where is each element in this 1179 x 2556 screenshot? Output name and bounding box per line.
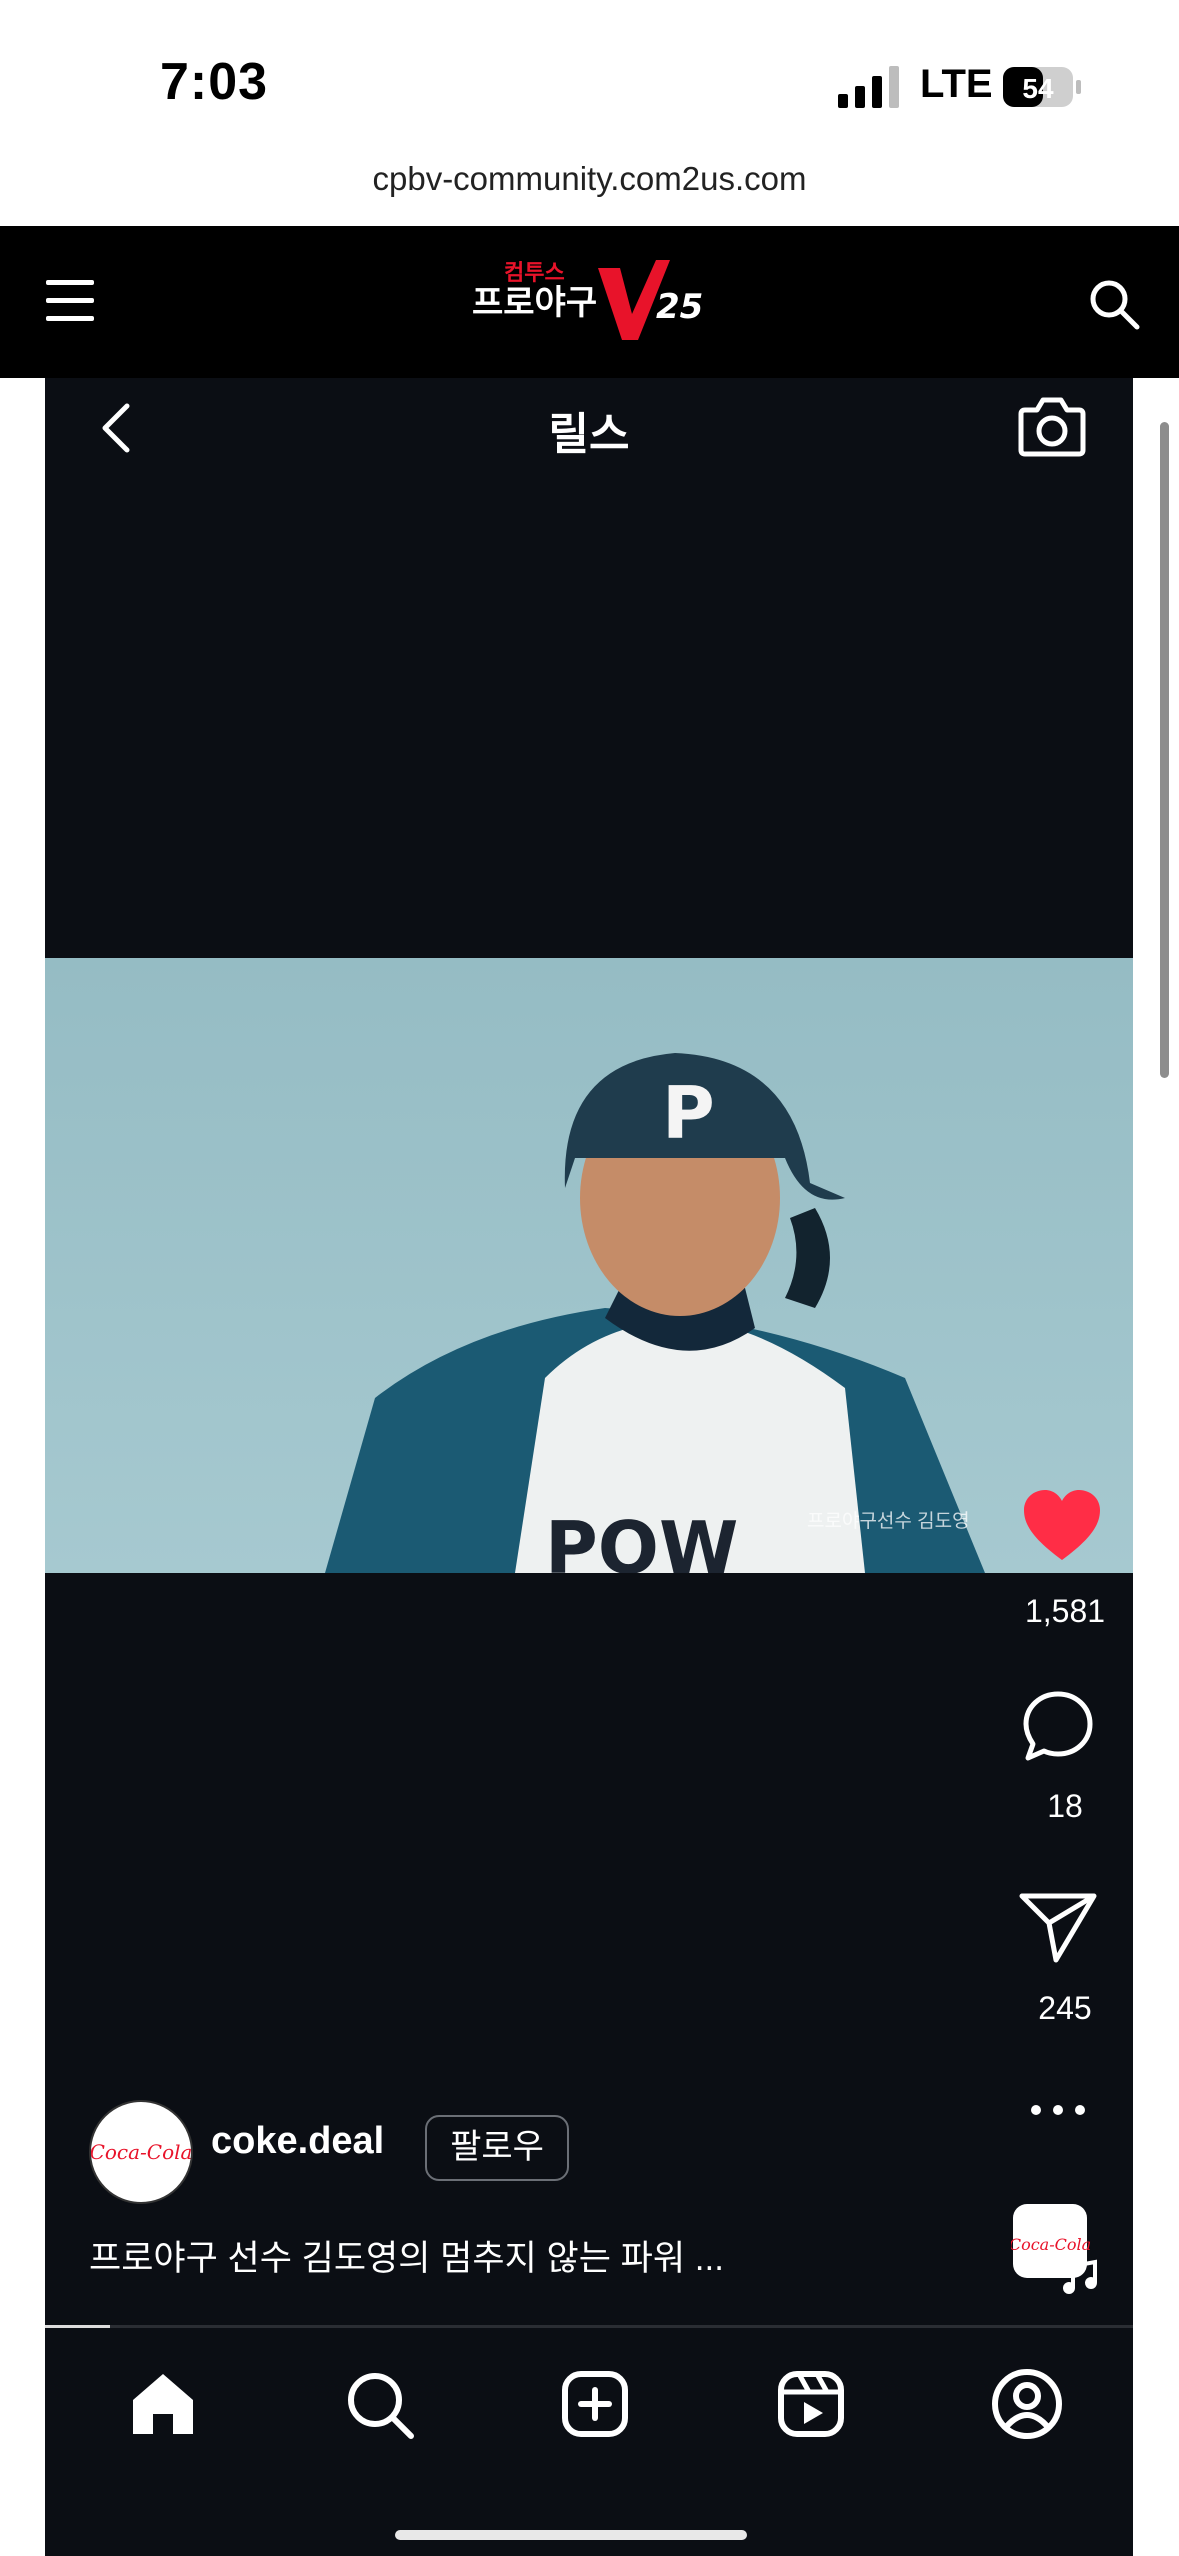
profile-icon[interactable] xyxy=(987,2364,1067,2444)
jersey-text: POW xyxy=(545,1506,738,1573)
page-title: 릴스 xyxy=(548,410,630,459)
like-count: 1,581 xyxy=(1024,1593,1106,1629)
avatar-brand-text: Coca-Cola xyxy=(90,2140,193,2164)
status-bar: 7:03 LTE 54 xyxy=(0,0,1179,150)
network-type: LTE xyxy=(920,62,993,106)
create-post-icon[interactable] xyxy=(555,2364,635,2444)
audio-brand-text: Coca-Cola xyxy=(1011,2235,1091,2254)
logo-number: 25 xyxy=(656,287,703,327)
site-header: 컴투스 프로야구 25 xyxy=(0,226,1179,378)
menu-icon[interactable] xyxy=(46,276,94,326)
reels-topbar: 릴스 xyxy=(45,378,1133,478)
status-time: 7:03 xyxy=(160,53,269,111)
reels-viewer: 릴스 P POW 프로야구선수 김도영 1,581 18 245 Coca-Co… xyxy=(45,378,1133,2556)
bottom-navigation xyxy=(45,2328,1133,2478)
reel-caption[interactable]: 프로야구 선수 김도영의 멈추지 않는 파워 ... xyxy=(89,2230,724,2281)
cellular-signal-icon xyxy=(838,66,899,108)
home-indicator xyxy=(395,2530,747,2540)
reels-icon[interactable] xyxy=(771,2364,851,2444)
send-icon[interactable] xyxy=(1018,1890,1098,1964)
battery-level: 54 xyxy=(1022,73,1054,104)
username[interactable]: coke.deal xyxy=(211,2120,384,2163)
battery-icon: 54 xyxy=(1003,67,1081,107)
comment-count: 18 xyxy=(1047,1788,1083,1824)
url-text[interactable]: cpbv-community.com2us.com xyxy=(0,160,1179,198)
reel-video[interactable]: P POW xyxy=(45,958,1133,1573)
share-count: 245 xyxy=(1038,1990,1092,2026)
heart-icon[interactable] xyxy=(1022,1488,1102,1564)
more-options-icon[interactable] xyxy=(1028,2100,1088,2120)
comment-icon[interactable] xyxy=(1020,1688,1096,1764)
camera-icon[interactable] xyxy=(1017,392,1087,458)
video-watermark: 프로야구선수 김도영 xyxy=(807,1511,970,1532)
site-logo[interactable]: 컴투스 프로야구 25 xyxy=(470,256,710,346)
avatar[interactable]: Coca-Cola xyxy=(89,2100,193,2204)
search-icon[interactable] xyxy=(1088,278,1140,330)
follow-button[interactable]: 팔로우 xyxy=(425,2115,569,2181)
search-icon[interactable] xyxy=(339,2364,419,2444)
home-icon[interactable] xyxy=(123,2364,203,2444)
audio-thumbnail[interactable]: Coca-Cola xyxy=(1011,2202,1103,2294)
browser-url-bar[interactable]: cpbv-community.com2us.com xyxy=(0,150,1179,226)
page-scrollbar[interactable] xyxy=(1160,422,1169,1078)
logo-main-text: 프로야구 xyxy=(472,283,597,323)
helmet-letter: P xyxy=(662,1071,715,1155)
